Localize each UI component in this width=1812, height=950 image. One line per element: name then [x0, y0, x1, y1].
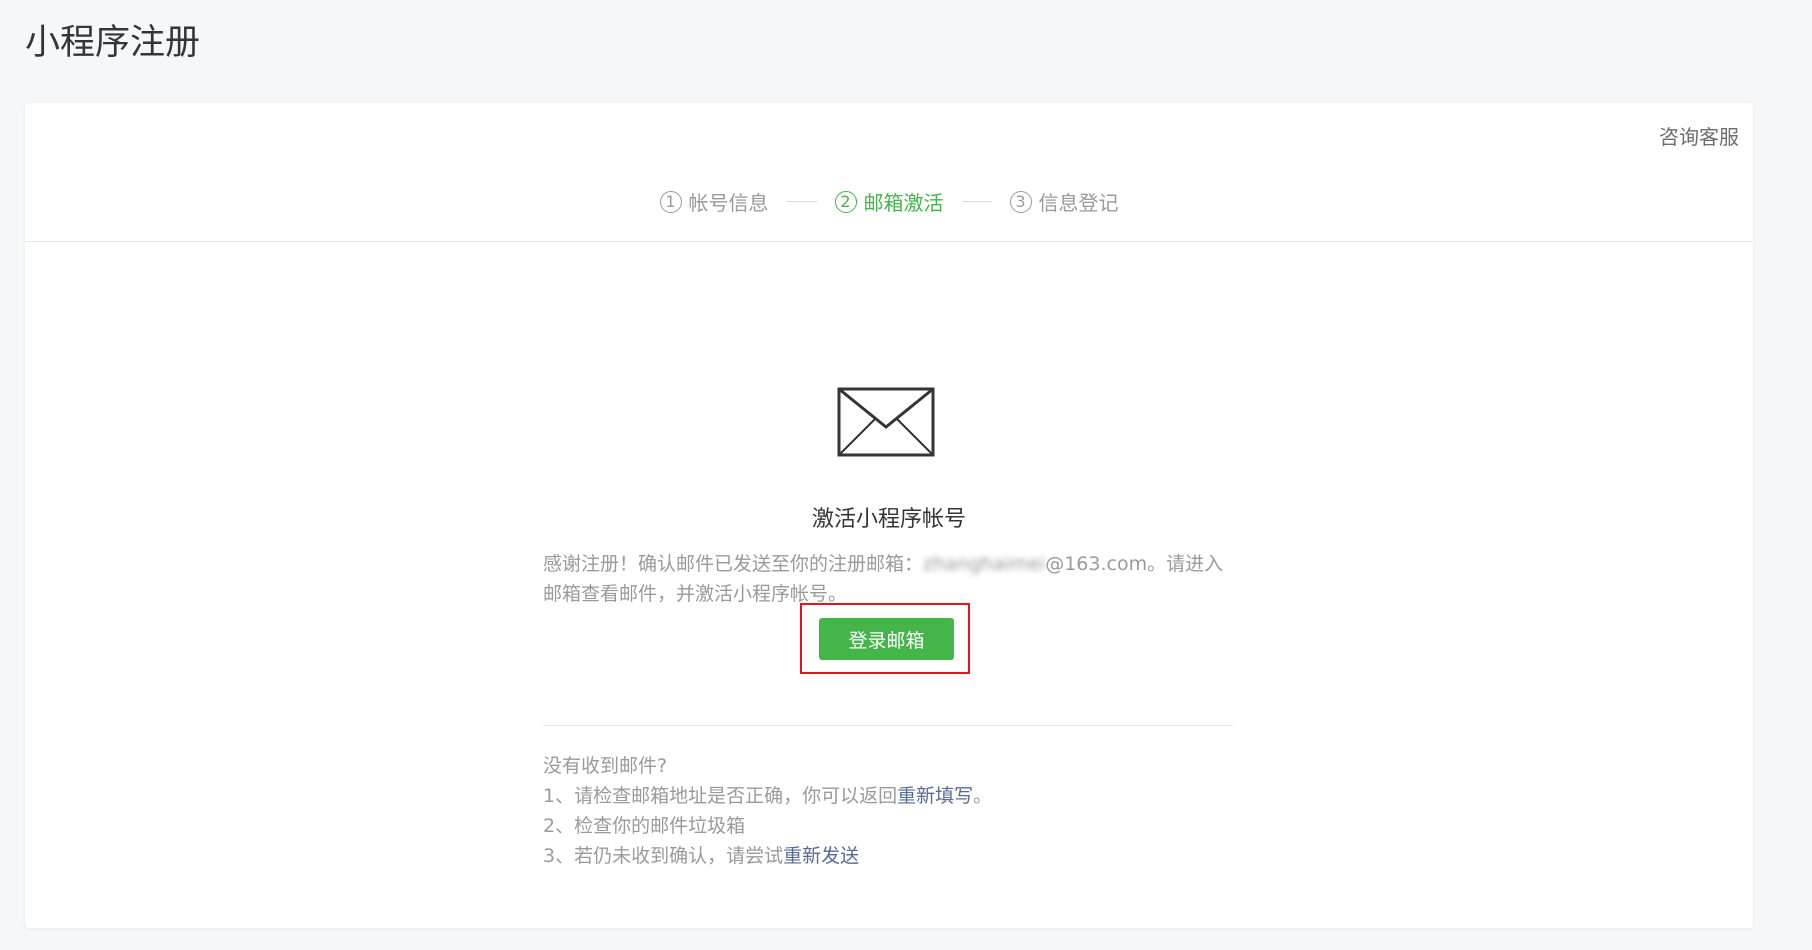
blurred-email: zhanghaimei — [923, 553, 1046, 575]
highlight-box: 登录邮箱 — [800, 603, 970, 674]
help-item-1: 1、请检查邮箱地址是否正确，你可以返回重新填写。 — [543, 781, 992, 811]
page-title: 小程序注册 — [25, 23, 201, 63]
step-label: 信息登记 — [1038, 191, 1119, 215]
step-number: 2 — [834, 190, 857, 213]
help-section: 没有收到邮件? 1、请检查邮箱地址是否正确，你可以返回重新填写。 2、检查你的邮… — [543, 751, 992, 871]
help-item-3: 3、若仍未收到确认，请尝试重新发送 — [543, 841, 992, 871]
help-item-text: 。 — [973, 785, 993, 807]
step-number: 3 — [1009, 190, 1032, 213]
card-header: 咨询客服 1 帐号信息 2 邮箱激活 3 信息登记 — [25, 103, 1753, 242]
refill-link[interactable]: 重新填写 — [897, 785, 973, 807]
step-number: 1 — [659, 190, 682, 213]
step-info-registration: 3 信息登记 — [1009, 187, 1119, 216]
step-connector — [961, 201, 992, 202]
step-label: 邮箱激活 — [863, 191, 944, 215]
login-email-button[interactable]: 登录邮箱 — [819, 618, 954, 660]
help-item-2: 2、检查你的邮件垃圾箱 — [543, 815, 746, 837]
step-email-activation: 2 邮箱激活 — [834, 187, 944, 216]
step-label: 帐号信息 — [688, 191, 769, 215]
divider — [543, 725, 1233, 726]
resend-link[interactable]: 重新发送 — [783, 845, 859, 867]
help-item-text: 3、若仍未收到确认，请尝试 — [543, 845, 784, 867]
desc-prefix: 感谢注册！确认邮件已发送至你的注册邮箱： — [543, 553, 924, 575]
main-card: 咨询客服 1 帐号信息 2 邮箱激活 3 信息登记 激活小程序帐号 感谢注册！确… — [25, 103, 1753, 928]
help-heading: 没有收到邮件? — [543, 755, 668, 777]
envelope-icon — [837, 387, 935, 457]
activation-description: 感谢注册！确认邮件已发送至你的注册邮箱：zhanghaimei@163.com。… — [543, 549, 1233, 609]
activation-title: 激活小程序帐号 — [811, 507, 966, 532]
customer-service-link[interactable]: 咨询客服 — [1659, 121, 1739, 150]
help-item-text: 1、请检查邮箱地址是否正确，你可以返回 — [543, 785, 898, 807]
step-account-info: 1 帐号信息 — [659, 187, 769, 216]
progress-steps: 1 帐号信息 2 邮箱激活 3 信息登记 — [25, 187, 1753, 216]
step-connector — [786, 201, 817, 202]
